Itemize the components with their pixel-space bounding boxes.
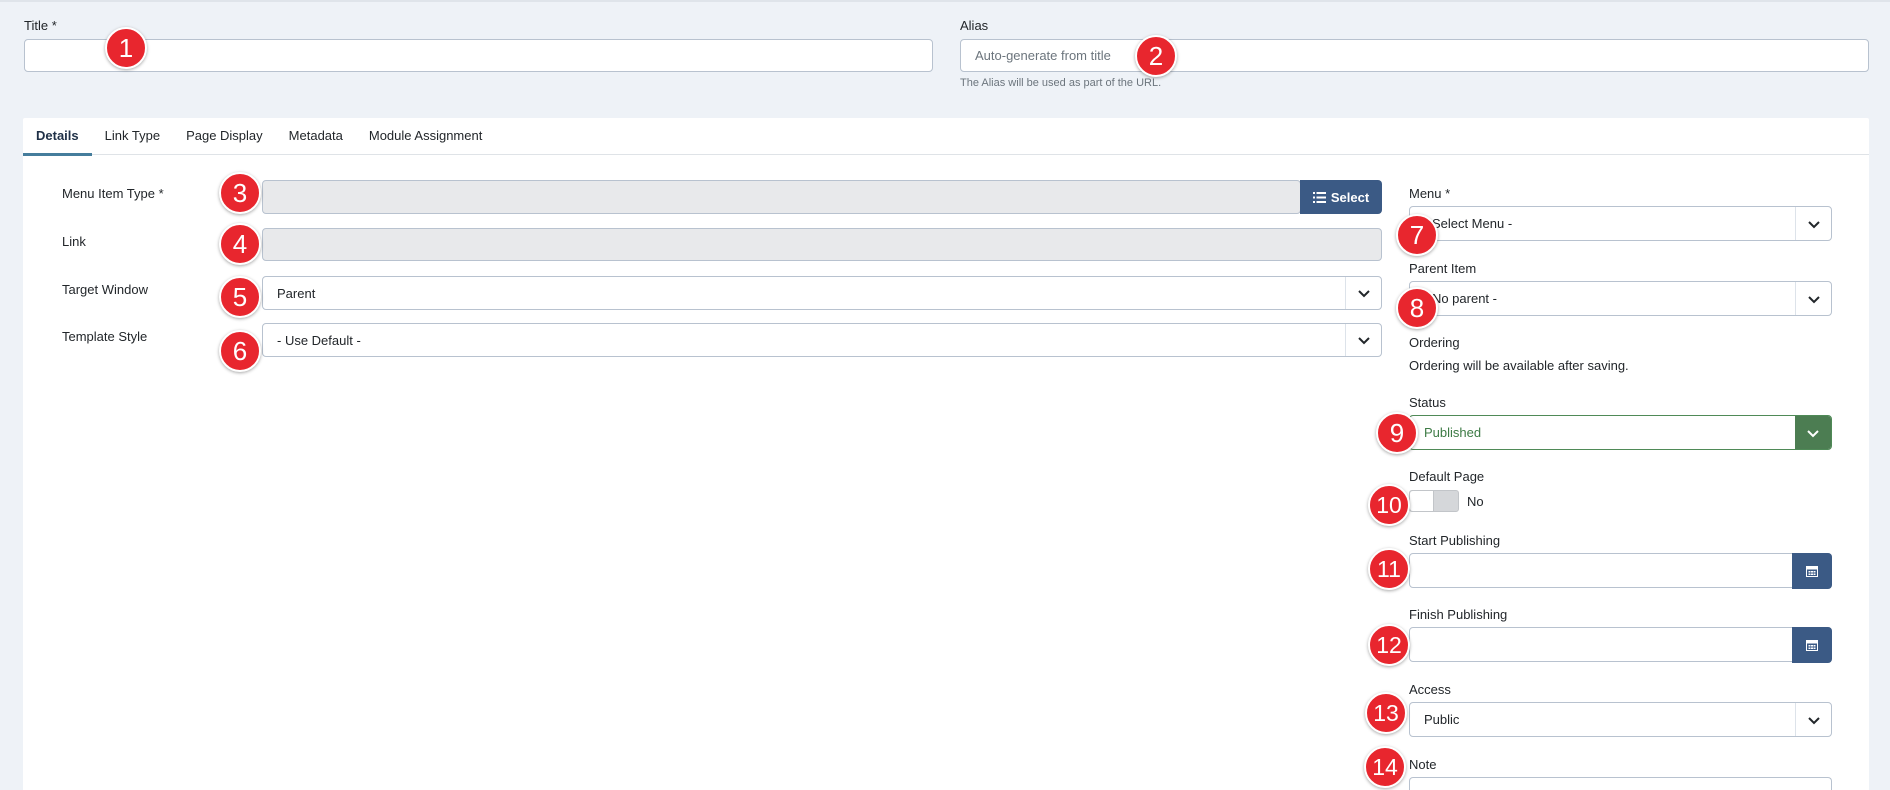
alias-placeholder: Auto-generate from title [975,48,1111,63]
title-input[interactable] [24,39,933,72]
chevron-down-icon [1795,207,1831,240]
default-page-value: No [1467,494,1484,509]
tab-bar: Details Link Type Page Display Metadata … [23,118,1869,156]
finish-publishing-calendar-button[interactable] [1792,627,1832,663]
annotation-badge-3: 3 [219,172,261,214]
status-label: Status [1409,395,1446,410]
annotation-badge-7: 7 [1396,214,1438,256]
select-button-label: Select [1330,189,1370,205]
alias-input[interactable]: Auto-generate from title [960,39,1869,72]
toggle-knob [1410,491,1434,511]
annotation-badge-9: 9 [1376,412,1418,454]
target-window-value: Parent [277,285,316,301]
tab-metadata[interactable]: Metadata [276,118,356,155]
calendar-icon [1806,640,1818,651]
start-publishing-input[interactable] [1409,553,1832,589]
template-style-value: - Use Default - [277,332,361,348]
default-page-label: Default Page [1409,469,1485,484]
annotation-badge-2: 2 [1135,35,1177,77]
status-value: Published [1424,425,1482,440]
tab-link-type[interactable]: Link Type [92,118,173,155]
tab-details[interactable]: Details [23,118,92,156]
top-border [0,0,1890,2]
ordering-label: Ordering [1409,335,1460,350]
access-label: Access [1409,682,1451,697]
target-window-label: Target Window [62,282,148,297]
parent-item-label: Parent Item [1409,261,1477,276]
annotation-badge-12: 12 [1368,624,1410,666]
default-page-toggle[interactable] [1409,490,1459,512]
chevron-down-icon [1345,324,1381,356]
annotation-badge-1: 1 [105,27,147,69]
ordering-help: Ordering will be available after saving. [1409,358,1629,373]
template-style-select[interactable]: - Use Default - [262,323,1382,357]
menu-item-type-field [262,180,1301,214]
annotation-badge-6: 6 [219,330,261,372]
select-menu-item-type-button[interactable]: Select [1300,180,1382,214]
chevron-down-icon [1345,277,1381,309]
alias-label: Alias [960,18,989,33]
access-select[interactable]: Public [1409,702,1832,737]
link-label: Link [62,234,86,249]
annotation-badge-14: 14 [1364,746,1406,788]
parent-item-select[interactable]: - No parent - [1409,281,1832,316]
annotation-badge-13: 13 [1365,692,1407,734]
list-icon [1312,191,1326,203]
start-publishing-label: Start Publishing [1409,533,1501,548]
tab-page-display[interactable]: Page Display [173,118,276,155]
target-window-select[interactable]: Parent [262,276,1382,310]
chevron-down-icon [1795,416,1831,449]
annotation-badge-8: 8 [1396,287,1438,329]
menu-select[interactable]: - Select Menu - [1409,206,1832,241]
chevron-down-icon [1795,703,1831,736]
finish-publishing-label: Finish Publishing [1409,607,1508,622]
finish-publishing-input[interactable] [1409,627,1832,663]
annotation-badge-5: 5 [219,276,261,318]
note-label: Note [1409,757,1437,772]
title-label: Title * [24,18,57,33]
annotation-badge-10: 10 [1368,484,1410,526]
template-style-label: Template Style [62,329,148,344]
status-select[interactable]: Published [1409,415,1832,450]
tab-module-assignment[interactable]: Module Assignment [356,118,495,155]
alias-help: The Alias will be used as part of the UR… [960,77,1162,89]
annotation-badge-4: 4 [219,223,261,265]
annotation-badge-11: 11 [1368,548,1410,590]
chevron-down-icon [1795,282,1831,315]
access-value: Public [1424,712,1460,727]
menu-item-type-label: Menu Item Type * [62,186,164,201]
menu-label: Menu * [1409,186,1451,201]
calendar-icon [1806,566,1818,577]
start-publishing-calendar-button[interactable] [1792,553,1832,589]
note-input[interactable] [1409,777,1832,790]
link-field [262,228,1382,261]
